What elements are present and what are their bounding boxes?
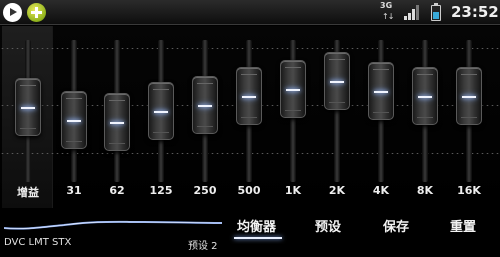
band-label: 4K	[372, 184, 390, 197]
slider-knob[interactable]	[61, 90, 87, 149]
eq-band-62: 62	[96, 26, 138, 208]
knob-indicator-light	[462, 96, 476, 99]
preset-name[interactable]: 预设 2	[188, 237, 218, 252]
band-label: 250	[193, 184, 217, 197]
slider-knob[interactable]	[324, 52, 350, 111]
eq-band-16k: 16K	[448, 26, 490, 208]
slider-knob[interactable]	[148, 82, 174, 140]
frequency-response-curve	[4, 220, 222, 230]
eq-band-31: 31	[53, 26, 95, 208]
knob-indicator-light	[198, 104, 212, 107]
effect-modes: DVC LMT STX	[4, 237, 72, 248]
band-label: 2K	[328, 184, 346, 197]
app-plus-icon[interactable]	[27, 3, 46, 22]
battery-level	[433, 12, 439, 19]
knob-indicator-light	[286, 88, 300, 91]
slider-knob[interactable]	[280, 59, 306, 118]
slider-knob[interactable]	[236, 67, 262, 126]
slider-knob[interactable]	[456, 67, 482, 126]
eq-band-250: 250	[184, 26, 226, 208]
play-icon[interactable]	[3, 3, 22, 22]
equalizer-panel: 增益 31 62 125 250 500 1K 2K 4K 8K 16K	[0, 26, 500, 208]
band-label: 125	[149, 184, 173, 197]
band-label: 500	[237, 184, 261, 197]
knob-indicator-light	[21, 107, 35, 110]
knob-indicator-light	[242, 96, 256, 99]
eq-band-125: 125	[140, 26, 182, 208]
network-activity-icon: ↑↓	[382, 12, 394, 21]
slider-knob[interactable]	[368, 62, 394, 121]
eq-band-500: 500	[228, 26, 270, 208]
band-label: 1K	[284, 184, 302, 197]
active-tab-indicator	[234, 237, 282, 239]
band-label: 62	[109, 184, 125, 197]
knob-indicator-light	[67, 119, 81, 122]
tab-presets[interactable]: 预设	[315, 216, 341, 238]
band-label: 31	[66, 184, 82, 197]
eq-band-4k: 4K	[360, 26, 402, 208]
signal-icon	[404, 5, 420, 20]
status-bar: 3G ↑↓ 23:52	[0, 0, 500, 25]
knob-indicator-light	[154, 111, 168, 113]
slider-knob[interactable]	[192, 75, 218, 134]
slider-knob[interactable]	[104, 93, 130, 152]
slider-knob[interactable]	[15, 78, 41, 137]
eq-band-2k: 2K	[316, 26, 358, 208]
knob-indicator-light	[330, 81, 344, 84]
band-label: 8K	[416, 184, 434, 197]
eq-band-1k: 1K	[272, 26, 314, 208]
clock: 23:52	[451, 3, 499, 21]
tab-equalizer[interactable]: 均衡器	[237, 216, 276, 238]
bottom-bar: DVC LMT STX 预设 2 均衡器 预设 保存 重置	[0, 208, 500, 257]
network-3g-icon: 3G	[380, 1, 393, 10]
battery-icon	[431, 3, 441, 21]
save-button[interactable]: 保存	[383, 216, 409, 238]
slider-knob[interactable]	[412, 67, 438, 126]
band-label: 增益	[17, 186, 39, 199]
eq-band-gain: 增益	[7, 26, 49, 208]
knob-indicator-light	[374, 91, 388, 94]
eq-band-8k: 8K	[404, 26, 446, 208]
knob-indicator-light	[110, 122, 124, 125]
reset-button[interactable]: 重置	[450, 216, 476, 238]
band-label: 16K	[457, 184, 481, 197]
knob-indicator-light	[418, 96, 432, 99]
